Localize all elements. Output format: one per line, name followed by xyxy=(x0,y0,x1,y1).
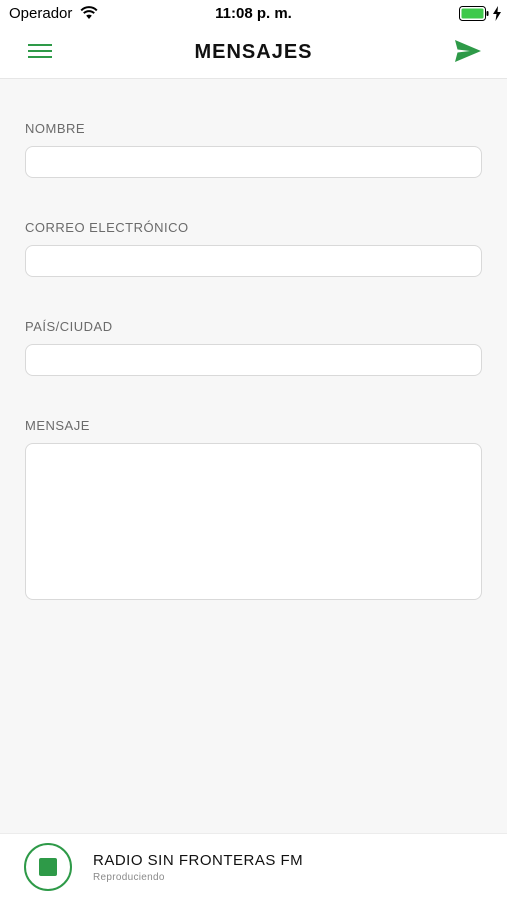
charging-icon xyxy=(492,6,502,26)
status-bar: Operador 11:08 p. m. xyxy=(0,0,507,30)
message-label: MENSAJE xyxy=(25,418,90,433)
stop-button[interactable] xyxy=(24,843,72,891)
playback-status: Reproduciendo xyxy=(93,872,165,883)
send-button[interactable] xyxy=(451,39,485,67)
clock: 11:08 p. m. xyxy=(215,5,292,22)
battery-icon xyxy=(459,6,489,26)
navigation-bar: MENSAJES xyxy=(0,30,507,79)
send-icon xyxy=(455,39,481,67)
message-textarea[interactable] xyxy=(25,443,482,600)
location-label: PAÍS/CIUDAD xyxy=(25,319,113,334)
name-label: NOMBRE xyxy=(25,121,86,136)
name-input[interactable] xyxy=(25,146,482,178)
email-input[interactable] xyxy=(25,245,482,277)
location-input[interactable] xyxy=(25,344,482,376)
stop-icon xyxy=(39,858,57,876)
email-label: CORREO ELECTRÓNICO xyxy=(25,220,189,235)
station-name: RADIO SIN FRONTERAS FM xyxy=(93,852,304,869)
player-bar: RADIO SIN FRONTERAS FM Reproduciendo xyxy=(0,833,507,901)
page-title: MENSAJES xyxy=(194,41,313,63)
